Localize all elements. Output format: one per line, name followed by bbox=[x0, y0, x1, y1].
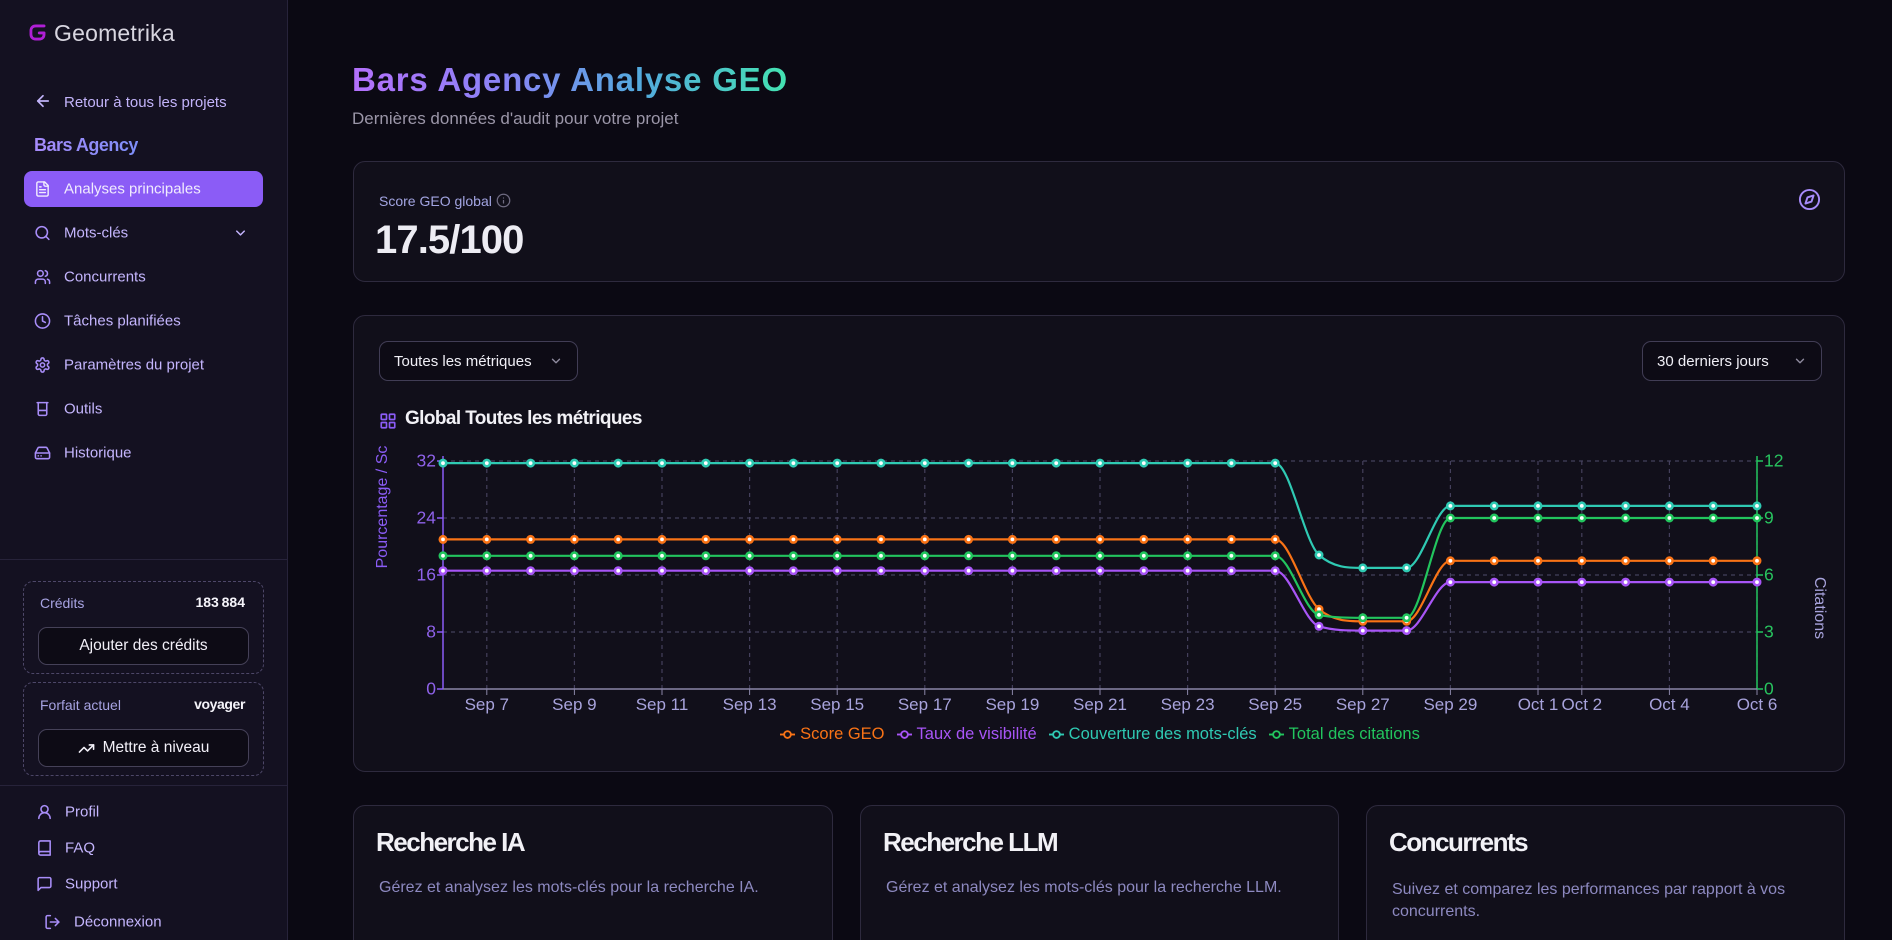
svg-text:Sep 25: Sep 25 bbox=[1248, 695, 1302, 714]
svg-text:Sep 23: Sep 23 bbox=[1161, 695, 1215, 714]
svg-text:Oct 4: Oct 4 bbox=[1649, 695, 1690, 714]
svg-text:16: 16 bbox=[417, 565, 436, 585]
svg-text:Sep 19: Sep 19 bbox=[985, 695, 1039, 714]
svg-text:Pourcentage / Sc: Pourcentage / Sc bbox=[374, 446, 391, 569]
svg-text:9: 9 bbox=[1764, 508, 1774, 528]
svg-text:Sep 11: Sep 11 bbox=[636, 695, 689, 714]
svg-text:Sep 17: Sep 17 bbox=[898, 695, 952, 714]
svg-text:Oct 2: Oct 2 bbox=[1561, 695, 1602, 714]
svg-text:Sep 15: Sep 15 bbox=[810, 695, 864, 714]
svg-text:8: 8 bbox=[426, 622, 436, 642]
svg-text:32: 32 bbox=[417, 451, 436, 471]
svg-text:Sep 7: Sep 7 bbox=[465, 695, 509, 714]
svg-text:0: 0 bbox=[426, 679, 436, 699]
svg-text:24: 24 bbox=[417, 508, 437, 528]
svg-text:Sep 13: Sep 13 bbox=[723, 695, 777, 714]
svg-text:3: 3 bbox=[1764, 622, 1774, 642]
svg-text:Oct 1: Oct 1 bbox=[1518, 695, 1559, 714]
svg-text:Sep 29: Sep 29 bbox=[1423, 695, 1477, 714]
svg-text:Sep 9: Sep 9 bbox=[552, 695, 596, 714]
svg-text:Sep 21: Sep 21 bbox=[1073, 695, 1127, 714]
svg-text:12: 12 bbox=[1764, 451, 1783, 471]
svg-text:Citations: Citations bbox=[1811, 577, 1828, 639]
svg-text:Sep 27: Sep 27 bbox=[1336, 695, 1390, 714]
svg-text:6: 6 bbox=[1764, 565, 1774, 585]
svg-text:Oct 6: Oct 6 bbox=[1737, 695, 1778, 714]
